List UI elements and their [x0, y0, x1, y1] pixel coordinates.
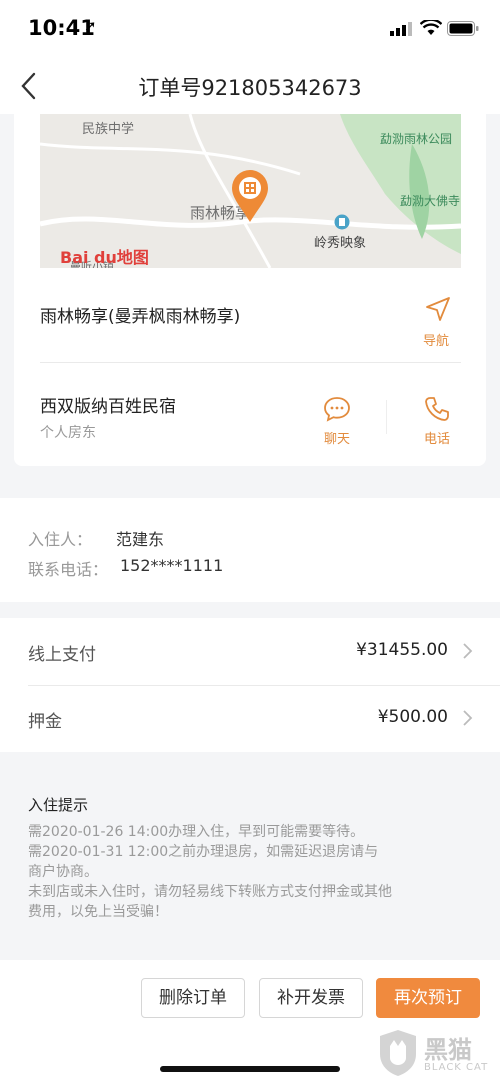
- online-payment-row[interactable]: 线上支付 ¥31455.00: [0, 618, 500, 685]
- notice-title: 入住提示: [28, 796, 89, 814]
- payment-label: 线上支付: [28, 645, 96, 665]
- signal-icon: [390, 22, 412, 36]
- bottom-action-bar: 删除订单 补开发票 再次预订 黑猫 BLACK CAT: [0, 960, 500, 1083]
- reissue-invoice-button[interactable]: 补开发票: [259, 978, 363, 1018]
- location-card: 民族中学 雨林畅享 岭秀映象 勐泐雨林公园 勐泐大佛寺 曼听小镇 Bai du地…: [14, 114, 486, 466]
- black-cat-watermark: 黑猫 BLACK CAT: [372, 1026, 500, 1083]
- notice-line: 商户协商。: [28, 864, 98, 880]
- map-label: 岭秀映象: [314, 236, 367, 251]
- phone-label: 电话: [423, 432, 450, 447]
- location-arrow-icon: ➚: [84, 17, 97, 35]
- map-label: 民族中学: [82, 122, 135, 137]
- guest-name-value: 范建东: [116, 530, 165, 549]
- rebook-button[interactable]: 再次预订: [376, 978, 480, 1018]
- home-indicator: [160, 1066, 340, 1072]
- map-view[interactable]: 民族中学 雨林畅享 岭秀映象 勐泐雨林公园 勐泐大佛寺 曼听小镇 Bai du地…: [40, 114, 461, 268]
- notice-line: 需2020-01-31 12:00之前办理退房，如需延迟退房请与: [28, 844, 379, 860]
- hotel-poi-icon: [334, 214, 350, 230]
- navigate-label: 导航: [422, 334, 449, 349]
- notice-line: 费用，以免上当受骗！: [28, 904, 168, 920]
- chat-button[interactable]: 聊天: [310, 394, 364, 450]
- host-name: 西双版纳百姓民宿: [40, 397, 176, 417]
- navigate-button[interactable]: 导航: [406, 294, 466, 350]
- wifi-icon: [420, 20, 442, 35]
- guest-info-section: 入住人： 范建东 联系电话： 152****1111: [0, 498, 500, 602]
- navigate-icon: [426, 297, 450, 321]
- battery-icon: [447, 21, 479, 36]
- chevron-right-icon: [463, 643, 473, 659]
- phone-icon: [425, 397, 449, 421]
- payment-section: 线上支付 ¥31455.00 押金 ¥500.00: [0, 618, 500, 752]
- deposit-label: 押金: [28, 712, 62, 732]
- phone-button[interactable]: 电话: [410, 394, 464, 450]
- divider: [40, 362, 461, 363]
- map-label: 勐泐雨林公园: [380, 132, 453, 146]
- deposit-row[interactable]: 押金 ¥500.00: [0, 685, 500, 752]
- guest-phone-value: 152****1111: [120, 556, 224, 575]
- guest-phone-label: 联系电话：: [28, 560, 109, 579]
- poi-name: 雨林畅享(曼弄枫雨林畅享): [40, 307, 241, 327]
- watermark-text: 黑猫: [424, 1036, 472, 1064]
- baidu-map-logo: Bai du地图: [60, 248, 149, 267]
- chat-label: 聊天: [323, 432, 350, 447]
- checkin-notice: 入住提示 需2020-01-26 14:00办理入住，早到可能需要等待。 需20…: [0, 770, 500, 954]
- cat-shield-icon: [380, 1030, 416, 1076]
- navigation-bar: 订单号921805342673: [0, 58, 500, 114]
- chat-bubble-icon: [324, 397, 350, 422]
- order-detail-page: 10:41 ➚ 订单号921805342673 民族中学 雨林畅享 岭秀映象 勐…: [0, 0, 500, 1083]
- page-title: 订单号921805342673: [138, 76, 362, 100]
- vertical-divider: [386, 400, 387, 434]
- chevron-right-icon: [463, 710, 473, 726]
- host-type: 个人房东: [40, 425, 96, 441]
- notice-line: 需2020-01-26 14:00办理入住，早到可能需要等待。: [28, 824, 365, 840]
- status-bar: 10:41 ➚: [0, 0, 500, 58]
- location-pin-icon: [232, 170, 268, 222]
- delete-order-button[interactable]: 删除订单: [141, 978, 245, 1018]
- watermark-subtext: BLACK CAT: [424, 1062, 489, 1073]
- notice-line: 未到店或未入住时，请勿轻易线下转账方式支付押金或其他: [28, 884, 392, 900]
- deposit-amount: ¥500.00: [377, 707, 448, 727]
- guest-name-label: 入住人：: [28, 530, 93, 549]
- map-label: 勐泐大佛寺: [400, 194, 461, 208]
- payment-amount: ¥31455.00: [356, 640, 448, 660]
